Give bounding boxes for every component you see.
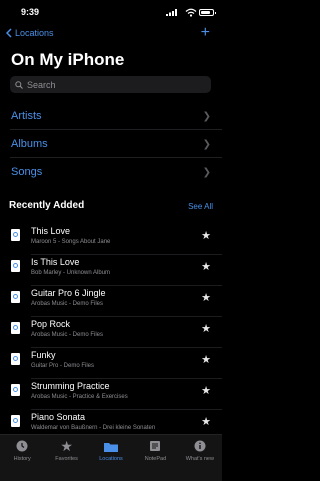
tab-label: What's new: [185, 456, 214, 462]
song-subtitle: Maroon 5 - Songs About Jane: [31, 239, 111, 245]
song-row[interactable]: Guitar Pro 6 Jingle Arobas Music - Demo …: [0, 286, 222, 317]
tab-locations[interactable]: Locations: [89, 435, 133, 481]
star-icon[interactable]: ★: [201, 229, 211, 242]
tab-bar: History ★ Favorites Locations NotePad Wh…: [0, 434, 222, 481]
tab-notepad[interactable]: NotePad: [133, 435, 177, 481]
gp-file-icon: [11, 322, 20, 334]
song-subtitle: Arobas Music - Practice & Exercises: [31, 394, 128, 400]
section-heading: Recently Added: [9, 200, 85, 211]
song-row[interactable]: Strumming Practice Arobas Music - Practi…: [0, 379, 222, 410]
divider: [10, 157, 222, 158]
song-title: Guitar Pro 6 Jingle: [31, 288, 106, 298]
song-title: Pop Rock: [31, 319, 71, 329]
search-field[interactable]: Search: [10, 76, 211, 93]
gp-file-icon: [11, 260, 20, 272]
star-icon[interactable]: ★: [201, 322, 211, 335]
song-title: Is This Love: [31, 257, 80, 267]
chevron-right-icon: ❯: [202, 166, 211, 178]
song-title: Strumming Practice: [31, 381, 110, 391]
cellular-signal-icon: [166, 9, 177, 16]
tab-label: History: [13, 456, 31, 462]
back-button[interactable]: Locations: [6, 28, 54, 38]
tab-history[interactable]: History: [0, 435, 44, 481]
tab-label: Locations: [99, 456, 123, 462]
see-all-link[interactable]: See All: [188, 202, 213, 211]
song-row[interactable]: Is This Love Bob Marley - Unknown Album …: [0, 255, 222, 286]
search-icon: [15, 80, 23, 89]
song-row[interactable]: This Love Maroon 5 - Songs About Jane ★: [0, 224, 222, 255]
song-row[interactable]: Pop Rock Arobas Music - Demo Files ★: [0, 317, 222, 348]
chevron-right-icon: ❯: [202, 110, 211, 122]
gp-file-icon: [11, 291, 20, 303]
chevron-right-icon: ❯: [202, 138, 211, 150]
nav-row-songs[interactable]: Songs ❯: [11, 162, 211, 182]
notepad-icon: [148, 439, 162, 453]
star-icon[interactable]: ★: [201, 384, 211, 397]
chevron-left-icon: [6, 28, 12, 38]
clock-icon: [15, 439, 29, 453]
gp-file-icon: [11, 353, 20, 365]
song-title: Piano Sonata: [31, 412, 86, 422]
song-subtitle: Guitar Pro - Demo Files: [31, 363, 95, 369]
gp-file-icon: [11, 229, 20, 241]
song-title: Funky: [31, 350, 56, 360]
song-subtitle: Arobas Music - Demo Files: [31, 301, 104, 307]
nav-row-label: Songs: [11, 166, 43, 178]
song-row[interactable]: Funky Guitar Pro - Demo Files ★: [0, 348, 222, 379]
song-subtitle: Bob Marley - Unknown Album: [31, 270, 111, 276]
star-icon[interactable]: ★: [201, 291, 211, 304]
gp-file-icon: [11, 415, 20, 427]
song-subtitle: Waldemar von Baußnern - Drei kleine Sona…: [31, 425, 156, 431]
add-button[interactable]: +: [201, 24, 210, 42]
search-placeholder: Search: [27, 79, 56, 90]
battery-icon: [199, 9, 216, 16]
star-icon[interactable]: ★: [201, 415, 211, 428]
info-icon: [193, 439, 207, 453]
tab-favorites[interactable]: ★ Favorites: [44, 435, 88, 481]
tab-label: Favorites: [55, 456, 78, 462]
divider: [10, 129, 222, 130]
star-icon[interactable]: ★: [201, 353, 211, 366]
status-bar: 9:39: [0, 0, 222, 22]
star-icon[interactable]: ★: [201, 260, 211, 273]
song-title: This Love: [31, 226, 71, 236]
nav-row-albums[interactable]: Albums ❯: [11, 134, 211, 154]
navigation-bar: Locations +: [0, 24, 222, 44]
page-title: On My iPhone: [11, 50, 125, 69]
tab-whats-new[interactable]: What's new: [178, 435, 222, 481]
gp-file-icon: [11, 384, 20, 396]
star-icon: ★: [60, 437, 73, 454]
folder-icon: [104, 439, 119, 453]
nav-row-label: Albums: [11, 138, 48, 150]
song-subtitle: Arobas Music - Demo Files: [31, 332, 104, 338]
nav-row-label: Artists: [11, 110, 42, 122]
status-time: 9:39: [21, 7, 40, 17]
nav-row-artists[interactable]: Artists ❯: [11, 106, 211, 126]
back-button-label: Locations: [15, 28, 54, 38]
tab-label: NotePad: [144, 456, 167, 462]
wifi-icon: [185, 8, 197, 17]
